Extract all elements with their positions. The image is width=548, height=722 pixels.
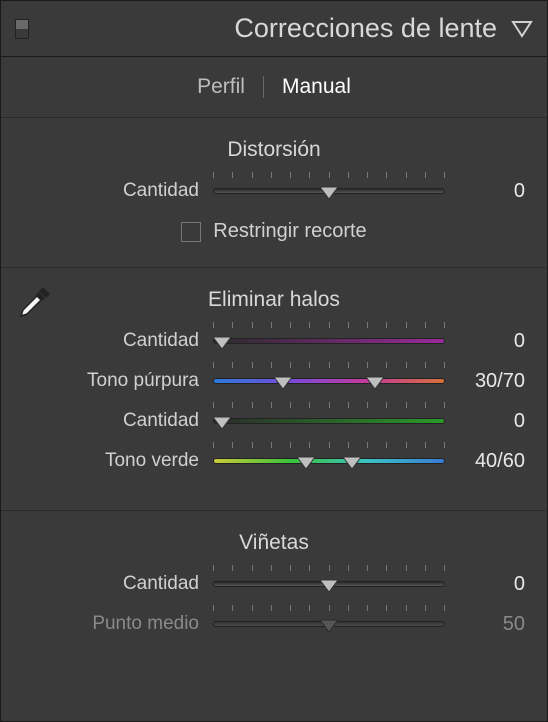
vignette-amount-slider[interactable]	[213, 571, 445, 597]
purple-hue-slider[interactable]	[213, 368, 445, 394]
vignette-midpoint-slider[interactable]	[213, 611, 445, 637]
vignette-midpoint-label: Punto medio	[23, 613, 213, 635]
vignette-midpoint-row: Punto medio 50	[23, 609, 525, 639]
lens-corrections-panel: Correcciones de lente Perfil Manual Dist…	[0, 0, 548, 722]
constrain-crop-checkbox[interactable]	[181, 222, 201, 242]
tab-profile[interactable]: Perfil	[197, 75, 245, 99]
green-hue-slider[interactable]	[213, 448, 445, 474]
slider-handle-icon[interactable]	[211, 330, 233, 352]
green-hue-value[interactable]: 40/60	[445, 450, 525, 473]
green-hue-label: Tono verde	[23, 450, 213, 472]
distortion-amount-label: Cantidad	[23, 180, 213, 202]
vignette-section: Viñetas Cantidad 0 Punto medio	[1, 511, 547, 673]
vignette-amount-label: Cantidad	[23, 573, 213, 595]
vignette-amount-value[interactable]: 0	[445, 573, 525, 596]
constrain-crop-row: Restringir recorte	[23, 220, 525, 243]
slider-handle-high-icon[interactable]	[364, 370, 386, 392]
distortion-amount-row: Cantidad 0	[23, 176, 525, 206]
panel-title: Correcciones de lente	[234, 13, 497, 44]
constrain-crop-label: Restringir recorte	[213, 220, 366, 243]
vignette-title: Viñetas	[23, 531, 525, 555]
mode-tabs: Perfil Manual	[1, 57, 547, 118]
purple-hue-value[interactable]: 30/70	[445, 370, 525, 393]
tab-manual[interactable]: Manual	[282, 75, 351, 99]
green-amount-value[interactable]: 0	[445, 410, 525, 433]
purple-amount-row: Cantidad 0	[23, 326, 525, 356]
slider-handle-icon[interactable]	[318, 573, 340, 595]
panel-body: Perfil Manual Distorsión Cantidad 0	[1, 57, 547, 673]
distortion-section: Distorsión Cantidad 0 Restringir recorte	[1, 118, 547, 268]
panel-header: Correcciones de lente	[1, 1, 547, 57]
purple-hue-row: Tono púrpura 30/70	[23, 366, 525, 396]
purple-amount-slider[interactable]	[213, 328, 445, 354]
slider-handle-icon[interactable]	[318, 180, 340, 202]
vignette-midpoint-value[interactable]: 50	[445, 613, 525, 636]
slider-handle-icon[interactable]	[318, 613, 340, 635]
eyedropper-tool[interactable]	[7, 276, 61, 330]
panel-enable-toggle[interactable]	[15, 19, 29, 39]
distortion-title: Distorsión	[23, 138, 525, 162]
slider-handle-low-icon[interactable]	[295, 450, 317, 472]
eyedropper-icon	[13, 282, 55, 324]
green-amount-slider[interactable]	[213, 408, 445, 434]
tab-separator	[263, 76, 264, 98]
defringe-title: Eliminar halos	[23, 288, 525, 312]
slider-handle-high-icon[interactable]	[341, 450, 363, 472]
distortion-amount-value[interactable]: 0	[445, 180, 525, 203]
green-amount-label: Cantidad	[23, 410, 213, 432]
slider-handle-low-icon[interactable]	[272, 370, 294, 392]
slider-handle-icon[interactable]	[211, 410, 233, 432]
purple-amount-value[interactable]: 0	[445, 330, 525, 353]
distortion-amount-slider[interactable]	[213, 178, 445, 204]
green-hue-row: Tono verde 40/60	[23, 446, 525, 476]
purple-amount-label: Cantidad	[23, 330, 213, 352]
defringe-section: Eliminar halos Cantidad 0 Tono púrpura	[1, 268, 547, 511]
green-amount-row: Cantidad 0	[23, 406, 525, 436]
disclosure-triangle-icon[interactable]	[511, 19, 533, 39]
purple-hue-label: Tono púrpura	[23, 370, 213, 392]
vignette-amount-row: Cantidad 0	[23, 569, 525, 599]
